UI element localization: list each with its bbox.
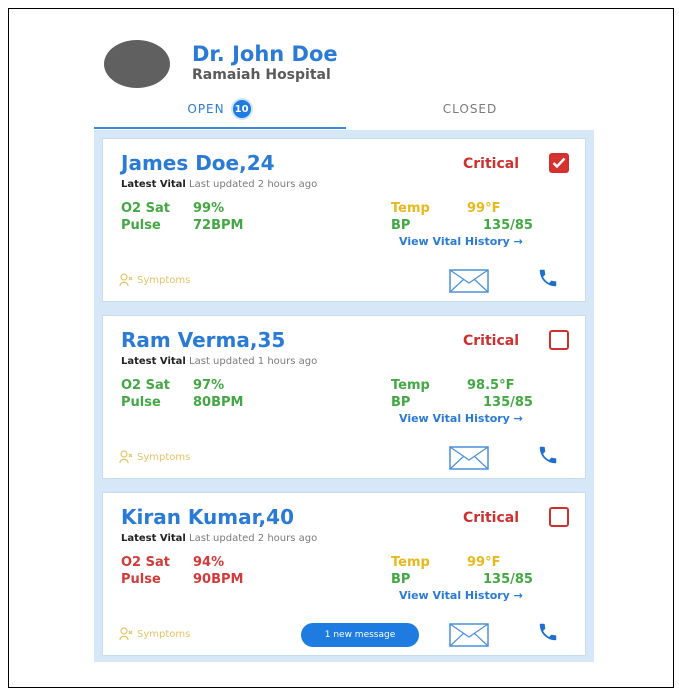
mail-icon[interactable]	[449, 623, 489, 647]
doctor-header: Dr. John Doe Ramaiah Hospital	[104, 40, 404, 90]
mail-icon[interactable]	[449, 446, 489, 470]
tab-open[interactable]: OPEN 10	[94, 90, 346, 128]
status-label: Critical	[463, 333, 520, 349]
avatar[interactable]	[104, 40, 170, 88]
vital-info: Latest Vital Last updated 2 hours ago	[121, 179, 317, 190]
critical-checkbox[interactable]	[549, 507, 569, 527]
active-tab-indicator	[94, 127, 346, 129]
patient-card[interactable]: Ram Verma,35 Critical Latest Vital Last …	[102, 315, 586, 479]
bp-label: BP	[391, 218, 411, 233]
o2-label: O2 Sat	[121, 201, 170, 216]
last-updated: Last updated 2 hours ago	[189, 179, 318, 190]
bp-value: 135/85	[483, 572, 533, 587]
critical-checkbox[interactable]	[549, 153, 569, 173]
patient-name: Ram Verma,35	[121, 328, 286, 352]
temp-label: Temp	[391, 378, 430, 393]
o2-value: 94%	[193, 555, 225, 570]
tab-open-label: OPEN	[187, 102, 225, 116]
patient-name: Kiran Kumar,40	[121, 505, 294, 529]
last-updated: Last updated 2 hours ago	[189, 533, 318, 544]
symptoms-label: Symptoms	[137, 451, 191, 463]
bp-value: 135/85	[483, 218, 533, 233]
view-vital-history-link[interactable]: View Vital History →	[399, 589, 523, 602]
view-vital-history-link[interactable]: View Vital History →	[399, 235, 523, 248]
symptoms-icon	[119, 627, 133, 641]
patient-list: James Doe,24 Critical Latest Vital Last …	[94, 130, 594, 662]
phone-icon[interactable]	[537, 267, 559, 289]
o2-value: 99%	[193, 201, 225, 216]
symptoms-label: Symptoms	[137, 628, 191, 640]
vital-info: Latest Vital Last updated 2 hours ago	[121, 533, 317, 544]
temp-label: Temp	[391, 201, 430, 216]
last-updated: Last updated 1 hours ago	[189, 356, 318, 367]
pulse-label: Pulse	[121, 218, 161, 233]
symptoms-button[interactable]: Symptoms	[119, 627, 190, 641]
o2-label: O2 Sat	[121, 555, 170, 570]
vital-info: Latest Vital Last updated 1 hours ago	[121, 356, 317, 367]
phone-icon[interactable]	[537, 444, 559, 466]
bp-label: BP	[391, 572, 411, 587]
status-label: Critical	[463, 510, 520, 526]
doctor-name: Dr. John Doe	[192, 42, 338, 66]
new-message-button[interactable]: 1 new message	[301, 623, 419, 647]
critical-checkbox[interactable]	[549, 330, 569, 350]
o2-value: 97%	[193, 378, 225, 393]
pulse-label: Pulse	[121, 395, 161, 410]
tab-closed-label: CLOSED	[442, 102, 498, 116]
bp-label: BP	[391, 395, 411, 410]
symptoms-icon	[119, 273, 133, 287]
mail-icon[interactable]	[449, 269, 489, 293]
symptoms-button[interactable]: Symptoms	[119, 450, 190, 464]
patient-card[interactable]: James Doe,24 Critical Latest Vital Last …	[102, 138, 586, 302]
o2-label: O2 Sat	[121, 378, 170, 393]
symptoms-button[interactable]: Symptoms	[119, 273, 190, 287]
status-label: Critical	[463, 156, 520, 172]
view-vital-history-link[interactable]: View Vital History →	[399, 412, 523, 425]
vital-title: Latest Vital	[121, 179, 186, 190]
phone-icon[interactable]	[537, 621, 559, 643]
vital-title: Latest Vital	[121, 533, 186, 544]
temp-label: Temp	[391, 555, 430, 570]
tab-bar: OPEN 10 CLOSED	[94, 90, 594, 130]
temp-value: 99°F	[467, 201, 501, 216]
patient-name: James Doe,24	[121, 151, 275, 175]
tab-closed[interactable]: CLOSED	[346, 90, 594, 128]
vital-title: Latest Vital	[121, 356, 186, 367]
pulse-value: 72BPM	[193, 218, 244, 233]
hospital-name: Ramaiah Hospital	[192, 67, 331, 83]
patient-card[interactable]: Kiran Kumar,40 Critical Latest Vital Las…	[102, 492, 586, 656]
open-count-badge: 10	[230, 98, 253, 120]
temp-value: 99°F	[467, 555, 501, 570]
temp-value: 98.5°F	[467, 378, 515, 393]
pulse-label: Pulse	[121, 572, 161, 587]
checkmark-icon	[552, 157, 566, 169]
pulse-value: 80BPM	[193, 395, 244, 410]
pulse-value: 90BPM	[193, 572, 244, 587]
bp-value: 135/85	[483, 395, 533, 410]
symptoms-icon	[119, 450, 133, 464]
symptoms-label: Symptoms	[137, 274, 191, 286]
